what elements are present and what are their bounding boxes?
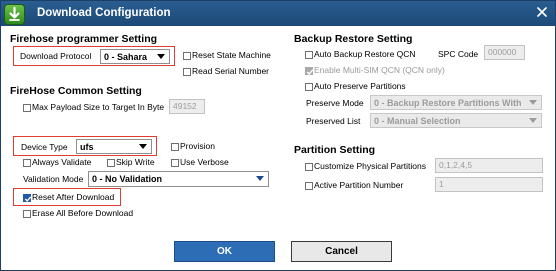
backup-restore-heading: Backup Restore Setting [294, 33, 413, 45]
enable-multi-sim-qcn-checkbox[interactable] [305, 67, 314, 76]
preserve-mode-label: Preserve Mode [306, 98, 364, 108]
download-configuration-dialog: Download Configuration Firehose programm… [0, 0, 556, 271]
erase-all-before-download-checkbox[interactable] [23, 210, 31, 218]
download-protocol-value: 0 - Sahara [104, 52, 148, 62]
erase-all-before-download-label: Erase All Before Download [32, 208, 134, 218]
download-arrow-icon [4, 4, 25, 25]
chevron-down-icon [139, 144, 147, 149]
ok-button[interactable]: OK [174, 241, 275, 262]
max-payload-checkbox[interactable] [23, 104, 31, 112]
skip-write-label: Skip Write [116, 157, 155, 167]
validation-mode-label: Validation Mode [23, 174, 84, 184]
download-protocol-dropdown[interactable]: 0 - Sahara [100, 49, 170, 64]
skip-write-checkbox[interactable] [107, 159, 115, 167]
device-type-value: ufs [80, 142, 94, 152]
max-payload-label: Max Payload Size to Target In Byte [32, 102, 165, 112]
firehose-common-heading: FireHose Common Setting [10, 85, 142, 97]
active-partition-number-input[interactable]: 1 [435, 177, 543, 192]
chevron-down-icon [529, 118, 537, 123]
auto-preserve-partitions-label: Auto Preserve Partitions [314, 81, 406, 91]
reset-state-machine-checkbox[interactable] [183, 52, 191, 60]
auto-backup-restore-qcn-label: Auto Backup Restore QCN [314, 49, 416, 59]
spc-code-input[interactable]: 000000 [484, 45, 525, 60]
validation-mode-value: 0 - No Validation [92, 174, 163, 184]
close-icon[interactable] [535, 5, 549, 19]
read-serial-number-label: Read Serial Number [192, 66, 270, 76]
checkmark-icon [24, 196, 32, 203]
always-validate-label: Always Validate [32, 157, 92, 167]
reset-after-download-checkbox[interactable] [23, 194, 32, 203]
max-payload-input[interactable]: 49152 [169, 99, 205, 114]
preserved-list-label: Preserved List [306, 116, 361, 126]
preserved-list-value: 0 - Manual Selection [374, 116, 461, 126]
preserve-mode-dropdown[interactable]: 0 - Backup Restore Partitions With [370, 95, 542, 110]
provision-checkbox[interactable] [171, 143, 179, 151]
use-verbose-checkbox[interactable] [171, 159, 179, 167]
preserve-mode-value: 0 - Backup Restore Partitions With [374, 98, 522, 108]
auto-preserve-partitions-checkbox[interactable] [305, 83, 313, 91]
chevron-down-icon [157, 54, 165, 59]
download-protocol-label: Download Protocol [20, 51, 92, 61]
chevron-down-icon [529, 100, 537, 105]
preserved-list-dropdown[interactable]: 0 - Manual Selection [370, 113, 542, 128]
device-type-label: Device Type [21, 142, 68, 152]
use-verbose-label: Use Verbose [180, 157, 229, 167]
device-type-dropdown[interactable]: ufs [76, 139, 152, 154]
always-validate-checkbox[interactable] [23, 159, 31, 167]
firehose-programmer-heading: Firehose programmer Setting [10, 33, 158, 45]
provision-label: Provision [180, 141, 215, 151]
reset-state-machine-label: Reset State Machine [192, 50, 271, 60]
checkmark-icon [306, 69, 314, 76]
read-serial-number-checkbox[interactable] [183, 68, 191, 76]
customize-physical-partitions-checkbox[interactable] [305, 163, 313, 171]
enable-multi-sim-qcn-label: Enable Multi-SIM QCN (QCN only) [314, 65, 445, 75]
partition-heading: Partition Setting [294, 144, 376, 156]
active-partition-number-checkbox[interactable] [305, 182, 313, 190]
customize-physical-partitions-label: Customize Physical Partitions [314, 161, 426, 171]
chevron-down-icon [256, 176, 264, 181]
customize-physical-partitions-input[interactable]: 0,1,2,4,5 [435, 158, 543, 173]
title-bar[interactable]: Download Configuration [1, 1, 555, 26]
auto-backup-restore-qcn-checkbox[interactable] [305, 51, 313, 59]
spc-code-label: SPC Code [438, 49, 479, 59]
validation-mode-dropdown[interactable]: 0 - No Validation [88, 171, 269, 187]
cancel-button[interactable]: Cancel [291, 241, 392, 262]
active-partition-number-label: Active Partition Number [314, 180, 404, 190]
window-title: Download Configuration [37, 7, 171, 19]
reset-after-download-label: Reset After Download [32, 192, 115, 202]
